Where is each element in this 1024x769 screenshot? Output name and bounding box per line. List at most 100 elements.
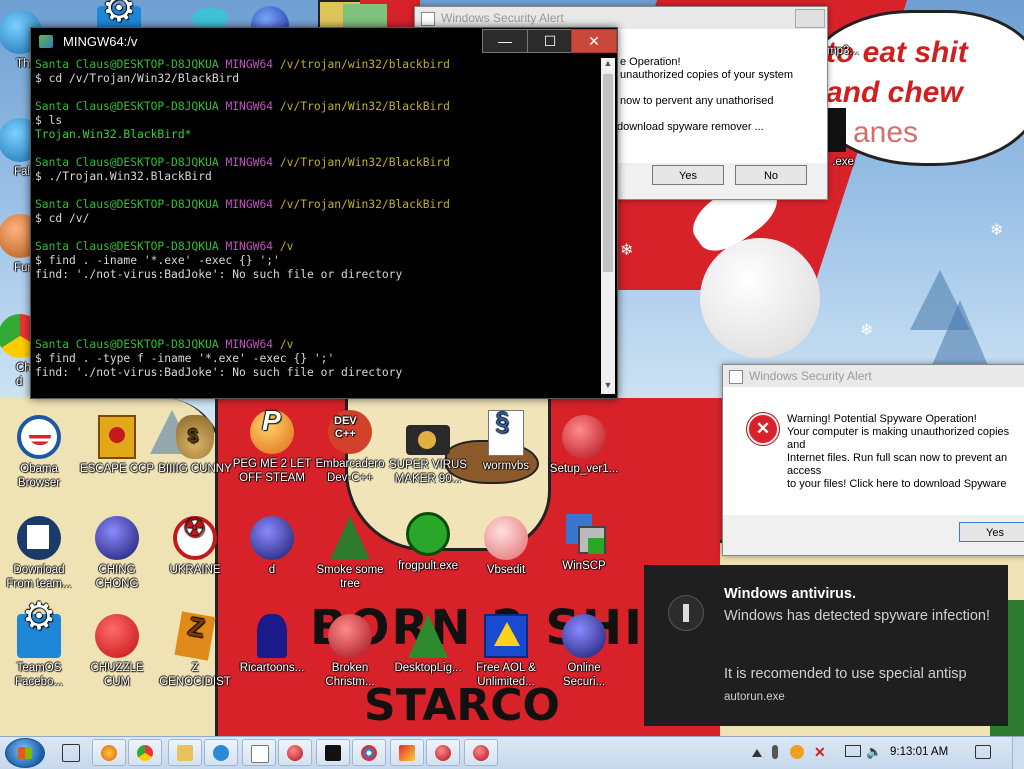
scroll-thumb[interactable]	[603, 74, 613, 272]
alert-text: Warning! Potential Spyware Operation!	[787, 413, 977, 425]
notifications-icon[interactable]	[975, 745, 991, 759]
taskbar-script[interactable]	[242, 739, 276, 766]
snowflake-icon: ❄	[620, 242, 634, 259]
terminal-titlebar[interactable]: MINGW64:/v — ☐ ✕	[31, 28, 617, 55]
desktop-icon-devcpp[interactable]: DEV C++ Embarcadero Dev-C++	[310, 410, 390, 485]
taskbar-app[interactable]	[278, 739, 312, 766]
snowflake-icon: ❄	[990, 222, 1004, 239]
taskbar-app[interactable]	[464, 739, 498, 766]
desktop-icon-wormvbs[interactable]: § wormvbs	[466, 409, 546, 473]
terminal-line: Trojan.Win32.BlackBird*	[35, 128, 192, 141]
desktop-icon-label: Download From team...	[6, 564, 72, 590]
minimize-button[interactable]: —	[482, 29, 528, 53]
antivirus-toast[interactable]: Windows antivirus. Windows has detected …	[644, 565, 1008, 726]
microphone-icon[interactable]	[772, 745, 778, 759]
taskbar-task-view[interactable]	[54, 739, 88, 766]
terminal-line: $ ./Trojan.Win32.BlackBird	[35, 170, 212, 183]
alert-text: to your files! Click here to download Sp…	[787, 478, 1007, 490]
taskbar-app[interactable]	[426, 739, 460, 766]
terminal-line: Santa Claus@DESKTOP-D8JQKUA MINGW64 /v/T…	[35, 156, 595, 170]
prompt-path: /v/Trojan/Win32/BlackBird	[279, 100, 450, 113]
desktop-icon-smoke-some-tree[interactable]: Smoke some tree	[310, 516, 390, 591]
folder-icon	[177, 745, 193, 761]
desktop-icon-obama-browser[interactable]: Obama Browser	[0, 415, 79, 490]
start-button[interactable]	[5, 738, 45, 768]
desktop-icon-label: PEG ME 2 LET OFF STEAM	[232, 458, 312, 484]
prompt-env: MINGW64	[225, 198, 274, 211]
desktop-icon-d[interactable]: d	[232, 516, 312, 577]
script-file-icon: §	[488, 409, 524, 456]
terminal-line: $ find . -type f -iname '*.exe' -exec {}…	[35, 352, 335, 365]
desktop-icon-free-aol[interactable]: Free AOL & Unlimited...	[466, 614, 546, 689]
terminal-icon	[325, 745, 341, 761]
terminal-output[interactable]: Santa Claus@DESKTOP-D8JQKUA MINGW64 /v/t…	[35, 58, 595, 394]
taskbar-explorer[interactable]	[168, 739, 202, 766]
chrome-icon	[137, 745, 153, 761]
show-hidden-icons[interactable]	[752, 749, 762, 757]
terminal-line: $ cd /v/	[35, 212, 90, 225]
bg-tree	[930, 300, 990, 370]
desktop-icon-label: Vbsedit	[486, 564, 526, 576]
desktop-icon-teamos[interactable]: TeamOS Facebo...	[0, 610, 79, 689]
gem-icon	[192, 8, 228, 28]
yes-button[interactable]: Yes	[959, 522, 1024, 542]
target-icon	[361, 745, 377, 761]
prompt-path: /v/Trojan/Win32/BlackBird	[279, 198, 450, 211]
taskbar-ie[interactable]	[204, 739, 238, 766]
desktop-icon-winscp[interactable]: WinSCP	[544, 512, 624, 573]
desktop-icon-label: d	[268, 564, 276, 576]
desktop-icon-ching-chong[interactable]: CHING CHONG	[77, 516, 157, 591]
scroll-up-icon[interactable]: ▲	[601, 58, 615, 72]
alert-text: Internet files. Run full scan now to pre…	[787, 452, 1008, 464]
taskbar-clock[interactable]: 9:13:01 AM	[890, 746, 948, 758]
prompt-user: Santa Claus@DESKTOP-D8JQKUA	[35, 58, 219, 71]
prompt-path: /v/trojan/win32/blackbird	[279, 58, 450, 71]
desktop-icon-broken-christmas[interactable]: Broken Christm...	[310, 614, 390, 689]
desktop-icon-download-from-team[interactable]: Download From team...	[0, 516, 79, 591]
desktop-icon-label: ESCAPE CCP	[79, 463, 155, 475]
terminal-title: MINGW64:/v	[63, 34, 138, 49]
no-button[interactable]: No	[735, 165, 807, 185]
desktop-icon-ricartoons[interactable]: Ricartoons...	[232, 614, 312, 675]
gear-icon	[17, 610, 61, 658]
red-ornament-icon	[435, 745, 451, 761]
network-icon[interactable]	[845, 745, 861, 757]
desktop-icon-ukraine[interactable]: ☢ UKRAINE	[155, 515, 235, 577]
close-button[interactable]	[795, 9, 825, 28]
terminal-line: Santa Claus@DESKTOP-D8JQKUA MINGW64 /v/t…	[35, 58, 595, 72]
desktop-icon-label: Free AOL & Unlimited...	[476, 662, 536, 688]
desktop-icon-z-genocidist[interactable]: Z Z GENOCIDIST	[155, 611, 235, 689]
maximize-button[interactable]: ☐	[527, 29, 573, 53]
desktop-icon-chuzzle[interactable]: CHUZZLE CUM	[77, 614, 157, 689]
money-bag-icon: $	[176, 415, 214, 459]
terminal-scrollbar[interactable]: ▲ ▼	[601, 58, 615, 394]
taskbar-firefox[interactable]	[92, 739, 126, 766]
desktop-icon-peg-me[interactable]: P PEG ME 2 LET OFF STEAM	[232, 407, 312, 485]
desktop-icon-online-security[interactable]: Online Securi...	[544, 614, 624, 689]
security-alert-front[interactable]: Windows Security Alert ✕ Warning! Potent…	[722, 364, 1024, 556]
desktop-icon-label: DesktopLig...	[394, 662, 462, 674]
taskbar-terminal[interactable]	[316, 739, 350, 766]
desktop-icon-escape-ccp[interactable]: ESCAPE CCP	[77, 415, 157, 476]
desktop-icon-big-cunny[interactable]: $ BIIIIG CUNNY	[155, 415, 235, 476]
desktop-icon-label: WinSCP	[562, 560, 606, 572]
lit-tree-icon	[408, 614, 448, 658]
taskbar-app[interactable]	[352, 739, 386, 766]
show-desktop-button[interactable]	[1012, 737, 1024, 769]
desktop-icon-super-virus-maker[interactable]: SUPER VIRUS MAKER 90...	[388, 415, 468, 486]
terminal-window[interactable]: MINGW64:/v — ☐ ✕ Santa Claus@DESKTOP-D8J…	[30, 27, 618, 399]
volume-icon[interactable]: 🔈	[866, 745, 882, 759]
taskbar-app[interactable]	[390, 739, 424, 766]
scroll-down-icon[interactable]: ▼	[601, 380, 615, 394]
taskbar-chrome[interactable]	[128, 739, 162, 766]
red-ornament-icon	[473, 745, 489, 761]
close-button[interactable]: ✕	[571, 29, 617, 53]
desktop-icon-desktoplights[interactable]: DesktopLig...	[388, 614, 468, 675]
yes-button[interactable]: Yes	[652, 165, 724, 185]
alert-text: e Operation!	[620, 56, 681, 68]
desktop-icon-vbsedit[interactable]: Vbsedit	[466, 516, 546, 577]
desktop-icon-frogpult[interactable]: frogpult.exe	[388, 512, 468, 573]
red-x-icon[interactable]: ✕	[814, 745, 828, 759]
desktop-icon-setup[interactable]: Setup_ver1...	[544, 415, 624, 476]
search-icon[interactable]	[790, 745, 804, 759]
